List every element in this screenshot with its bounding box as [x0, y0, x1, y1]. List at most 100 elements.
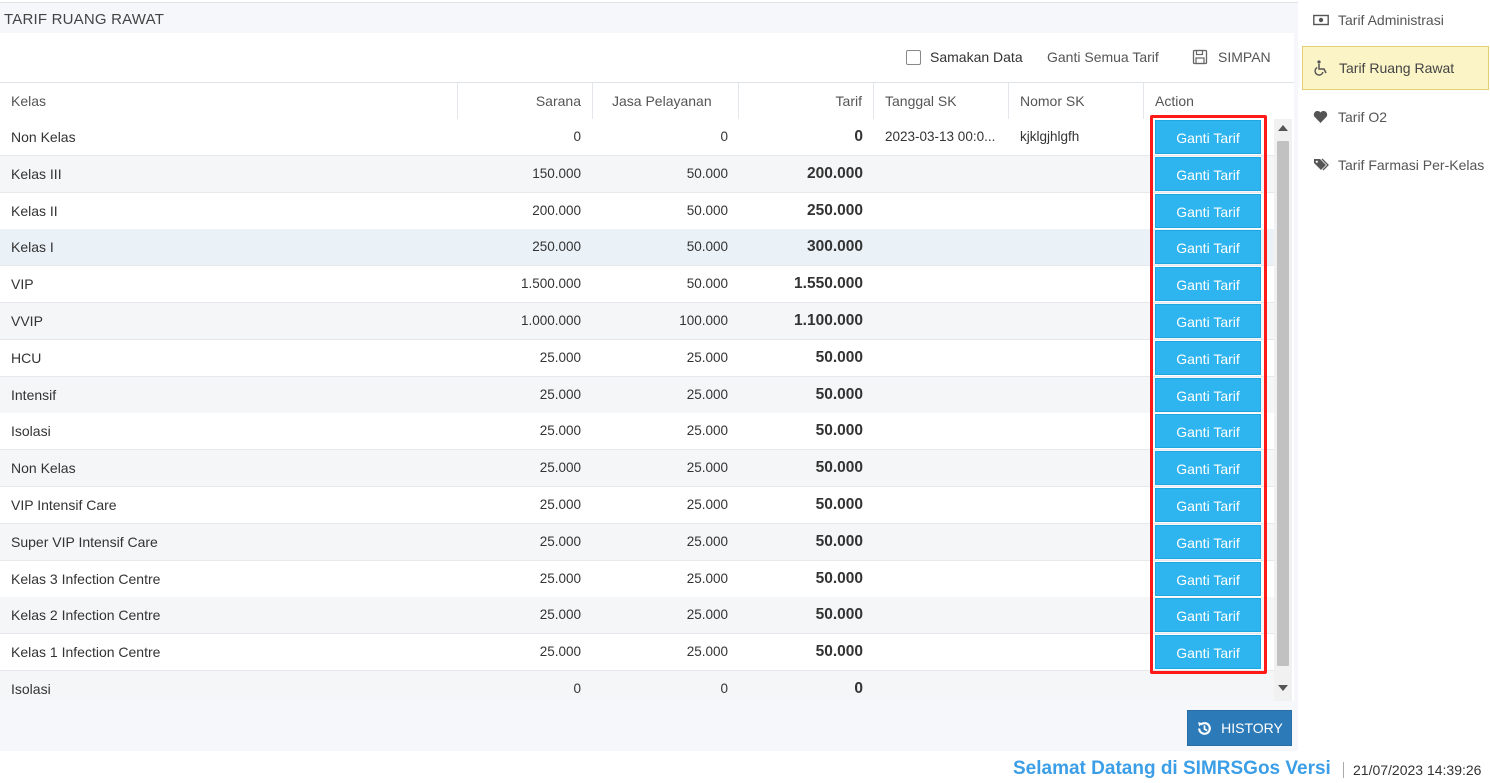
ganti-tarif-button[interactable]: Ganti Tarif: [1155, 598, 1261, 633]
column-header-tarif[interactable]: Tarif: [739, 83, 874, 119]
cell-tarif: 50.000: [815, 606, 863, 624]
cell-jasa-pelayanan: 25.000: [686, 644, 728, 660]
table-row[interactable]: Super VIP Intensif Care 25.000 25.000 50.00…: [0, 523, 1274, 561]
table-row[interactable]: VVIP 1.000.000 100.000 1.100.000 Ganti Tarif: [0, 303, 1274, 340]
cell-tanggal-sk: [885, 193, 999, 229]
cell-kelas: Kelas I: [11, 239, 54, 256]
ganti-tarif-button[interactable]: Ganti Tarif: [1155, 524, 1261, 559]
sidebar-item-tarif-administrasi[interactable]: Tarif Administrasi: [1302, 0, 1489, 42]
cell-sarana: 25.000: [539, 349, 581, 365]
column-header-jasa-pelayanan[interactable]: Jasa Pelayanan: [593, 83, 739, 119]
ganti-tarif-button[interactable]: Ganti Tarif: [1155, 377, 1261, 412]
history-button[interactable]: HISTORY: [1187, 710, 1292, 746]
cell-jasa-pelayanan: 0: [720, 681, 728, 696]
cell-kelas: Intensif: [11, 386, 57, 403]
cell-jasa-pelayanan: 25.000: [686, 349, 728, 365]
cell-sarana: 25.000: [539, 644, 581, 660]
table-row[interactable]: Kelas III 150.000 50.000 200.000 Ganti Tarif: [0, 155, 1274, 193]
cell-tanggal-sk: [885, 266, 999, 302]
cell-kelas: Kelas II: [11, 202, 58, 219]
cell-tarif: 50.000: [815, 422, 863, 440]
ganti-tarif-button[interactable]: Ganti Tarif: [1155, 414, 1261, 449]
ganti-tarif-button[interactable]: Ganti Tarif: [1155, 304, 1261, 338]
scroll-thumb[interactable]: [1277, 141, 1289, 666]
grid-scrollbar[interactable]: [1274, 119, 1292, 701]
scroll-down-icon[interactable]: [1278, 685, 1288, 691]
cell-nomor-sk: [1020, 340, 1135, 376]
table-row[interactable]: Kelas 3 Infection Centre 25.000 25.000 50.0…: [0, 560, 1274, 598]
table-row[interactable]: Kelas I 250.000 50.000 300.000 Ganti Tarif: [0, 229, 1274, 267]
table-row[interactable]: VIP 1.500.000 50.000 1.550.000 Ganti Tarif: [0, 266, 1274, 304]
history-icon: [1198, 721, 1211, 735]
table-row[interactable]: Kelas 2 Infection Centre 25.000 25.000 50.0…: [0, 597, 1274, 635]
cell-tanggal-sk: [885, 450, 999, 486]
cell-tanggal-sk: [885, 229, 999, 265]
ganti-tarif-button[interactable]: Ganti Tarif: [1155, 340, 1261, 375]
sidebar-item-tarif-farmasi-per-kelas[interactable]: Tarif Farmasi Per-Kelas: [1302, 143, 1489, 187]
status-divider: [1343, 762, 1344, 778]
sidebar-item-tarif-o2[interactable]: Tarif O2: [1302, 95, 1489, 139]
sidebar-item-label: Tarif O2: [1338, 109, 1388, 125]
column-header-nomor-sk[interactable]: Nomor SK: [1009, 83, 1144, 119]
ganti-semua-tarif-button[interactable]: Ganti Semua Tarif: [1047, 49, 1159, 65]
ganti-tarif-button[interactable]: Ganti Tarif: [1155, 451, 1261, 486]
table-row[interactable]: Kelas II 200.000 50.000 250.000 Ganti Tarif: [0, 192, 1274, 230]
cell-kelas: Non Kelas: [11, 460, 76, 477]
cell-jasa-pelayanan: 25.000: [686, 386, 728, 402]
ganti-tarif-button[interactable]: Ganti Tarif: [1155, 635, 1261, 670]
cell-tanggal-sk: [885, 597, 999, 633]
ganti-tarif-button[interactable]: Ganti Tarif: [1155, 120, 1261, 154]
cell-tanggal-sk: [885, 634, 999, 670]
cell-tanggal-sk: [885, 413, 999, 449]
cell-kelas: Isolasi: [11, 681, 51, 697]
sidebar-item-label: Tarif Ruang Rawat: [1339, 60, 1455, 76]
cell-kelas: VVIP: [11, 313, 43, 329]
ganti-tarif-button[interactable]: Ganti Tarif: [1155, 267, 1261, 302]
cell-nomor-sk: [1020, 597, 1135, 633]
ganti-tarif-button[interactable]: Ganti Tarif: [1155, 193, 1261, 228]
cell-kelas: VIP Intensif Care: [11, 497, 117, 513]
cell-nomor-sk: [1020, 413, 1135, 449]
sidebar: Tarif Administrasi Tarif Ruang Rawat Tar…: [1302, 0, 1490, 748]
cell-tarif: 1.550.000: [794, 275, 863, 293]
column-header-tanggal-sk[interactable]: Tanggal SK: [874, 83, 1009, 119]
money-icon: [1312, 12, 1329, 28]
cell-sarana: 150.000: [532, 165, 581, 181]
scroll-up-icon[interactable]: [1278, 125, 1288, 131]
cell-nomor-sk: [1020, 671, 1135, 701]
cell-jasa-pelayanan: 25.000: [686, 607, 728, 623]
table-row[interactable]: Intensif 25.000 25.000 50.000 Ganti Tarif: [0, 376, 1274, 414]
samakan-data-checkbox[interactable]: Samakan Data: [906, 49, 1023, 65]
cell-tarif: 0: [854, 128, 863, 145]
column-header-sarana[interactable]: Sarana: [458, 83, 593, 119]
table-row[interactable]: HCU 25.000 25.000 50.000 Ganti Tarif: [0, 339, 1274, 377]
sidebar-item-tarif-ruang-rawat[interactable]: Tarif Ruang Rawat: [1302, 46, 1489, 90]
ganti-tarif-button[interactable]: Ganti Tarif: [1155, 156, 1261, 191]
table-row[interactable]: Non Kelas 25.000 25.000 50.000 Ganti Tarif: [0, 450, 1274, 488]
cell-tarif: 0: [854, 680, 863, 697]
table-row[interactable]: Isolasi 0 0 0: [0, 671, 1274, 701]
cell-jasa-pelayanan: 25.000: [686, 423, 728, 439]
cell-nomor-sk: [1020, 450, 1135, 486]
ganti-tarif-button[interactable]: Ganti Tarif: [1155, 488, 1261, 522]
cell-tanggal-sk: [885, 156, 999, 192]
cell-nomor-sk: [1020, 266, 1135, 302]
column-header-kelas[interactable]: Kelas: [0, 83, 458, 119]
table-row[interactable]: Kelas 1 Infection Centre 25.000 25.000 50.0…: [0, 634, 1274, 672]
cell-sarana: 0: [573, 129, 581, 144]
table-row[interactable]: VIP Intensif Care 25.000 25.000 50.000 Ganti…: [0, 487, 1274, 524]
table-row[interactable]: Isolasi 25.000 25.000 50.000 Ganti Tarif: [0, 413, 1274, 451]
cell-jasa-pelayanan: 25.000: [686, 497, 728, 512]
ganti-tarif-button[interactable]: Ganti Tarif: [1155, 230, 1261, 265]
cell-tanggal-sk: [885, 377, 999, 413]
cell-kelas: Super VIP Intensif Care: [11, 533, 158, 550]
simpan-button[interactable]: SIMPAN: [1192, 49, 1271, 65]
checkbox-box[interactable]: [906, 49, 921, 65]
status-datetime: 21/07/2023 14:39:26: [1353, 762, 1482, 778]
cell-jasa-pelayanan: 50.000: [686, 276, 728, 292]
heart-icon: [1312, 109, 1329, 125]
table-row[interactable]: Non Kelas 0 0 0 2023-03-13 00:0... kjklgjhlgf…: [0, 119, 1274, 156]
cell-tarif: 200.000: [806, 164, 863, 182]
cell-kelas: Kelas 2 Infection Centre: [11, 607, 161, 624]
ganti-tarif-button[interactable]: Ganti Tarif: [1155, 561, 1261, 596]
